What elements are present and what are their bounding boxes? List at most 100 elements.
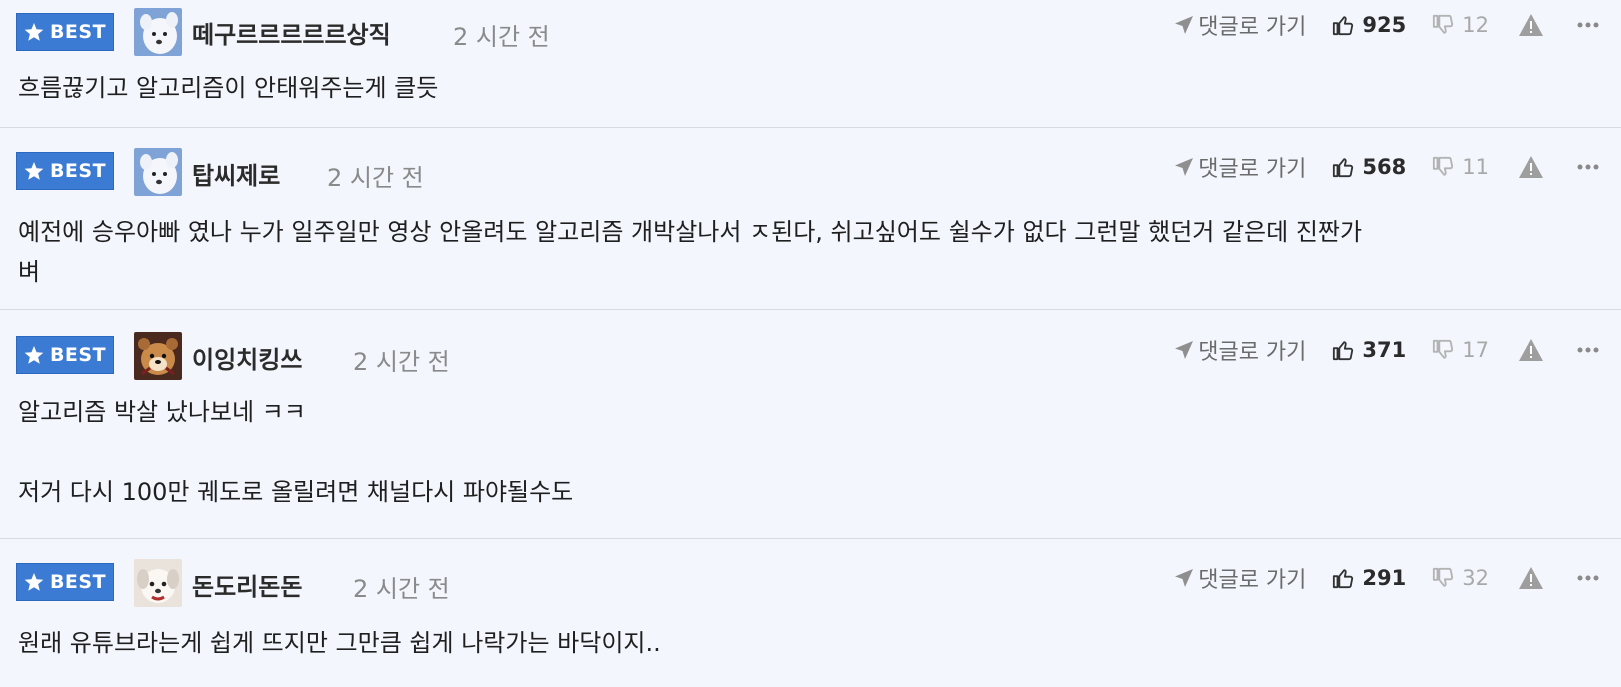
comment-body: 원래 유튜브라는게 쉽게 뜨지만 그만큼 쉽게 나락가는 바닥이지..: [0, 597, 1621, 663]
avatar[interactable]: [134, 148, 182, 196]
dislike-button[interactable]: 12: [1432, 13, 1489, 37]
comment-header: BEST 돈도리돈돈 2 시간 전 댓글로 가기 291 32: [0, 539, 1621, 607]
best-badge: BEST: [16, 152, 114, 190]
send-arrow-icon: [1175, 16, 1194, 34]
star-icon: [24, 345, 44, 364]
warning-icon: [1519, 156, 1543, 178]
send-arrow-icon: [1175, 569, 1194, 587]
best-label: BEST: [49, 21, 107, 43]
dislike-button[interactable]: 17: [1432, 338, 1489, 362]
dislike-count: 11: [1462, 155, 1489, 179]
report-button[interactable]: [1519, 156, 1543, 178]
thumbs-down-icon: [1433, 567, 1454, 587]
like-count: 371: [1362, 338, 1407, 362]
white-dog-avatar-icon: [134, 8, 182, 56]
comment-body: 흐름끊기고 알고리즘이 안태워주는게 클듯: [0, 50, 1621, 108]
comment-header: BEST 떼구르르르르르상직 2 시간 전 댓글로 가기 925 12: [0, 0, 1621, 56]
goto-label: 댓글로 가기: [1198, 15, 1307, 40]
author-name[interactable]: 탑씨제로: [192, 156, 280, 191]
thumbs-down-icon: [1433, 156, 1454, 176]
comment-actions: 댓글로 가기 925 12: [1174, 10, 1599, 40]
author-name[interactable]: 떼구르르르르르상직: [192, 15, 391, 50]
goto-comment-link[interactable]: 댓글로 가기: [1174, 151, 1306, 183]
more-options-button[interactable]: [1577, 164, 1599, 170]
dislike-button[interactable]: 32: [1432, 566, 1489, 590]
avatar[interactable]: [134, 332, 182, 380]
more-options-button[interactable]: [1577, 575, 1599, 581]
thumbs-up-icon: [1333, 569, 1354, 589]
comment-header: BEST 이잉치킹쓰 2 시간 전 댓글로 가기 371 17: [0, 310, 1621, 380]
like-button[interactable]: 291: [1332, 566, 1406, 590]
like-button[interactable]: 925: [1332, 13, 1406, 37]
comment-text-line: 흐름끊기고 알고리즘이 안태워주는게 클듯: [18, 74, 439, 102]
warning-icon: [1519, 14, 1543, 36]
avatar[interactable]: [134, 8, 182, 56]
goto-comment-link[interactable]: 댓글로 가기: [1174, 9, 1306, 41]
dislike-count: 17: [1462, 338, 1489, 362]
report-button[interactable]: [1519, 14, 1543, 36]
white-puppy-avatar-icon: [134, 559, 182, 607]
comment-header: BEST 탑씨제로 2 시간 전 댓글로 가기 568 11: [0, 128, 1621, 196]
thumbs-up-icon: [1333, 16, 1354, 36]
comment-time: 2 시간 전: [353, 348, 450, 376]
dislike-button[interactable]: 11: [1432, 155, 1489, 179]
star-icon: [24, 22, 44, 41]
star-icon: [24, 161, 44, 180]
thumbs-down-icon: [1433, 339, 1454, 359]
warning-icon: [1519, 339, 1543, 361]
thumbs-up-icon: [1333, 158, 1354, 178]
like-button[interactable]: 568: [1332, 155, 1406, 179]
comment-body: 알고리즘 박살 났나보네 ㅋㅋ 저거 다시 100만 궤도로 올릴려면 채널다시…: [0, 368, 1621, 512]
goto-label: 댓글로 가기: [1198, 340, 1307, 365]
goto-label: 댓글로 가기: [1198, 568, 1307, 593]
more-dots-icon: [1577, 22, 1599, 28]
comment-text-line: 벼: [18, 258, 41, 286]
comment-item: BEST 돈도리돈돈 2 시간 전 댓글로 가기 291 32 원래 유튜브라는…: [0, 539, 1621, 687]
comment-item: BEST 떼구르르르르르상직 2 시간 전 댓글로 가기 925 12 흐름끊기…: [0, 0, 1621, 128]
comment-item: BEST 이잉치킹쓰 2 시간 전 댓글로 가기 371 17 알고리즘 박살 …: [0, 310, 1621, 539]
comment-time: 2 시간 전: [453, 23, 550, 51]
brown-animal-avatar-icon: [134, 332, 182, 380]
like-button[interactable]: 371: [1332, 338, 1406, 362]
comment-text-line: 저거 다시 100만 궤도로 올릴려면 채널다시 파야될수도: [18, 478, 574, 506]
report-button[interactable]: [1519, 339, 1543, 361]
author-name[interactable]: 돈도리돈돈: [192, 567, 302, 602]
more-options-button[interactable]: [1577, 22, 1599, 28]
goto-comment-link[interactable]: 댓글로 가기: [1174, 334, 1306, 366]
like-count: 291: [1362, 566, 1407, 590]
dislike-count: 32: [1462, 566, 1489, 590]
goto-comment-link[interactable]: 댓글로 가기: [1174, 562, 1306, 594]
comment-actions: 댓글로 가기 568 11: [1174, 152, 1599, 182]
report-button[interactable]: [1519, 567, 1543, 589]
comment-time: 2 시간 전: [353, 575, 450, 603]
comment-time: 2 시간 전: [327, 164, 424, 192]
avatar[interactable]: [134, 559, 182, 607]
best-badge: BEST: [16, 336, 114, 374]
comment-blank-line: [18, 432, 1603, 472]
more-dots-icon: [1577, 347, 1599, 353]
comment-actions: 댓글로 가기 291 32: [1174, 563, 1599, 593]
comment-text-line: 예전에 승우아빠 였나 누가 일주일만 영상 안올려도 알고리즘 개박살나서 ㅈ…: [18, 218, 1363, 246]
thumbs-down-icon: [1433, 14, 1454, 34]
comment-text-line: 알고리즘 박살 났나보네 ㅋㅋ: [18, 398, 306, 426]
more-options-button[interactable]: [1577, 347, 1599, 353]
star-icon: [24, 572, 44, 591]
comment-body: 예전에 승우아빠 였나 누가 일주일만 영상 안올려도 알고리즘 개박살나서 ㅈ…: [0, 186, 1621, 292]
like-count: 925: [1362, 13, 1407, 37]
send-arrow-icon: [1175, 158, 1194, 176]
best-label: BEST: [49, 344, 107, 366]
comment-list: BEST 떼구르르르르르상직 2 시간 전 댓글로 가기 925 12 흐름끊기…: [0, 0, 1621, 687]
comment-item: BEST 탑씨제로 2 시간 전 댓글로 가기 568 11 예전에 승우아빠 …: [0, 128, 1621, 310]
more-dots-icon: [1577, 164, 1599, 170]
warning-icon: [1519, 567, 1543, 589]
author-name[interactable]: 이잉치킹쓰: [192, 340, 302, 375]
goto-label: 댓글로 가기: [1198, 157, 1307, 182]
best-badge: BEST: [16, 563, 114, 601]
more-dots-icon: [1577, 575, 1599, 581]
best-label: BEST: [49, 571, 107, 593]
white-dog-avatar-icon: [134, 148, 182, 196]
like-count: 568: [1362, 155, 1407, 179]
comment-text-line: 원래 유튜브라는게 쉽게 뜨지만 그만큼 쉽게 나락가는 바닥이지..: [18, 629, 661, 657]
dislike-count: 12: [1462, 13, 1489, 37]
best-badge: BEST: [16, 13, 114, 51]
